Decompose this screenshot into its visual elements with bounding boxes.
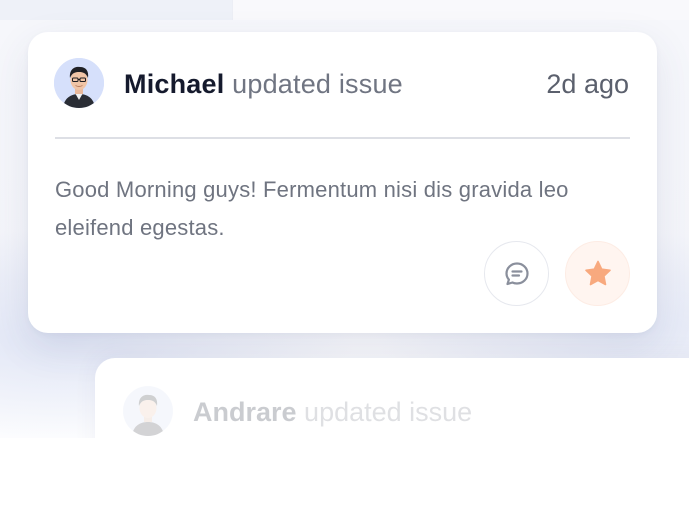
timestamp: 2d ago	[546, 69, 629, 99]
activity-action: updated issue	[304, 397, 473, 427]
bottom-fade	[0, 438, 689, 506]
activity-message: Good Morning guys! Fermentum nisi dis gr…	[55, 177, 569, 240]
avatar	[54, 58, 104, 108]
avatar-illustration	[123, 386, 173, 436]
user-name[interactable]: Andrare	[193, 397, 297, 427]
divider	[55, 137, 630, 139]
star-button[interactable]	[565, 241, 630, 306]
avatar-illustration	[54, 58, 104, 108]
activity-action: updated issue	[232, 69, 403, 99]
user-name[interactable]: Michael	[124, 69, 224, 99]
avatar	[123, 386, 173, 436]
comment-icon	[504, 261, 529, 285]
background-strip	[0, 0, 232, 20]
star-icon	[584, 260, 611, 285]
background-panel	[232, 0, 689, 20]
comment-button[interactable]	[484, 241, 549, 306]
activity-card: Michael updated issue 2d ago Good Mornin…	[28, 32, 657, 333]
activity-headline: Michael updated issue	[124, 68, 403, 100]
activity-headline: Andrare updated issue	[193, 396, 472, 428]
